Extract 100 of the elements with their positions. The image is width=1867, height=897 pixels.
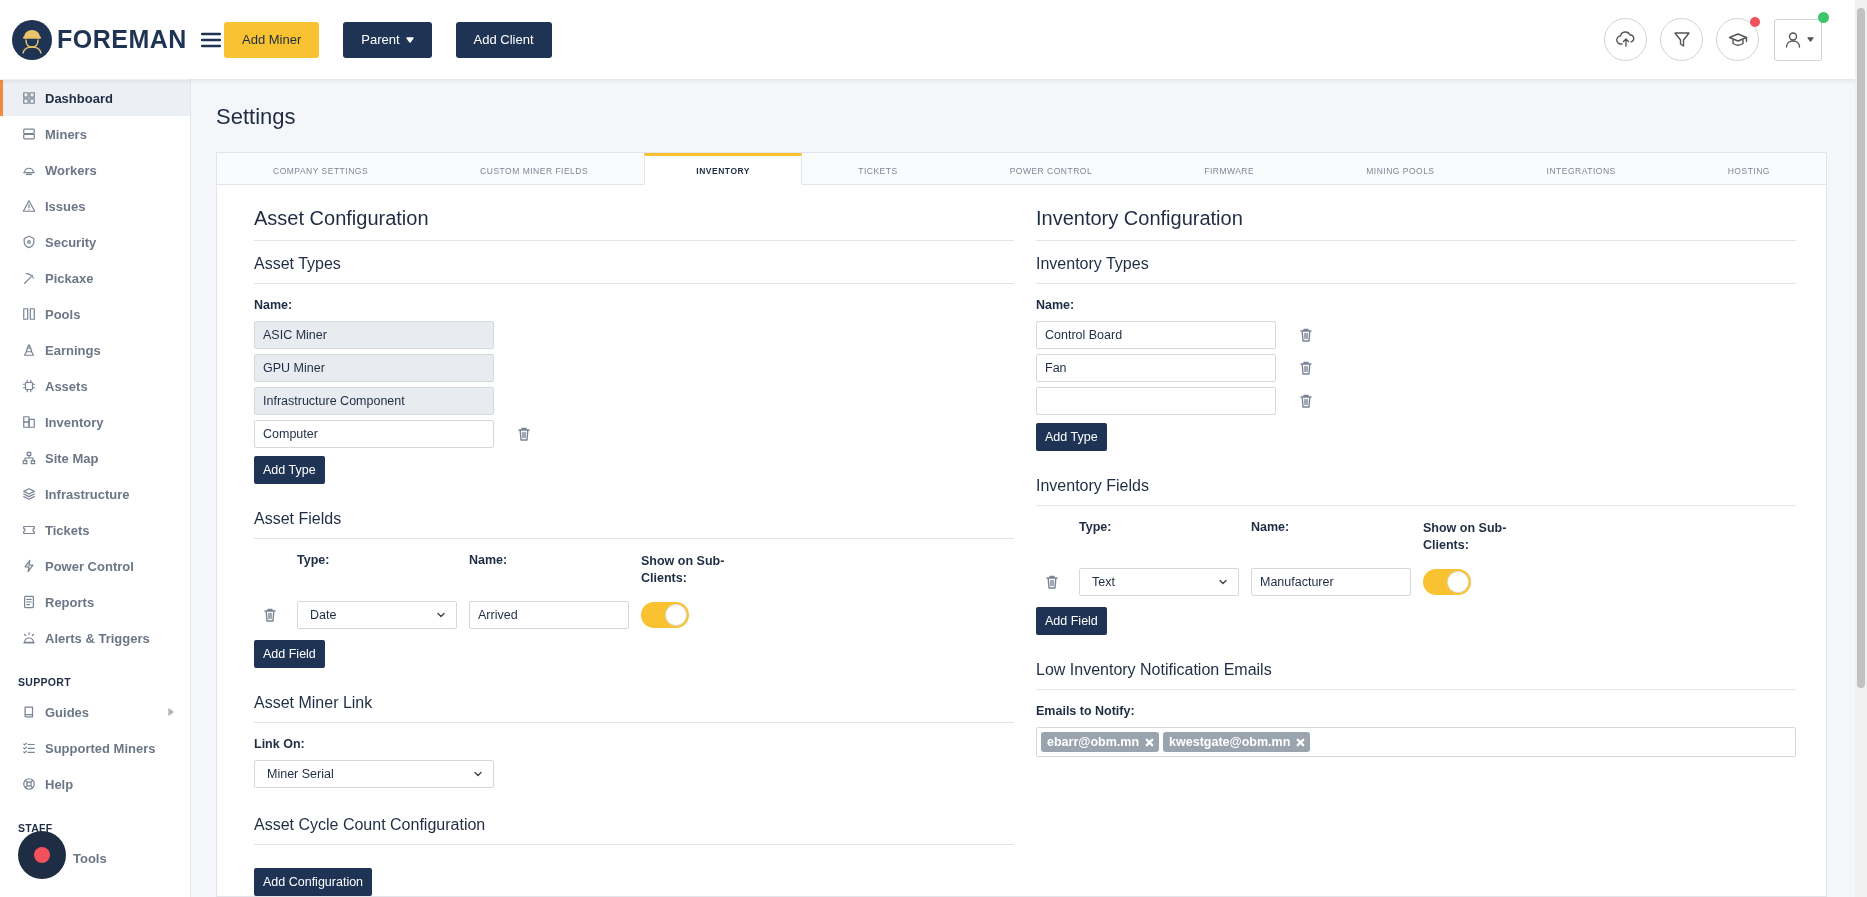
chevron-down-icon (1218, 577, 1228, 587)
column-label: Type: (1079, 520, 1113, 534)
name-field: ASIC Miner (254, 321, 494, 349)
sidebar-item[interactable]: Earnings (0, 332, 190, 368)
column-label: Show on Sub-Clients: (1423, 520, 1508, 554)
remove-icon[interactable] (1296, 737, 1306, 747)
sidebar-item[interactable]: Infrastructure (0, 476, 190, 512)
sidebar-item[interactable]: Site Map (0, 440, 190, 476)
chevron-down-icon (473, 769, 483, 779)
sidebar-item[interactable]: Issues (0, 188, 190, 224)
add-field-button[interactable]: Add Field (1036, 607, 1107, 635)
trash-icon[interactable] (1298, 393, 1314, 409)
alarm-bell-icon (22, 631, 36, 645)
tab[interactable]: INTEGRATIONS (1490, 153, 1672, 185)
sidebar-item[interactable]: Guides (0, 694, 190, 730)
shield-icon (22, 235, 36, 249)
sidebar-item[interactable]: Reports (0, 584, 190, 620)
tab[interactable]: TICKETS (802, 153, 954, 185)
upload-button[interactable] (1604, 18, 1647, 61)
name-field[interactable]: Arrived (469, 601, 629, 629)
sidebar-item[interactable]: Security (0, 224, 190, 260)
trash-icon[interactable] (1044, 574, 1060, 590)
column-label: Name: (469, 553, 509, 567)
tab[interactable]: HOSTING (1671, 153, 1826, 185)
section-title: Inventory Fields (1036, 477, 1796, 506)
add-configuration-button[interactable]: Add Configuration (254, 868, 373, 896)
type-select[interactable]: Text (1079, 568, 1239, 596)
dropdown-button[interactable]: Parent (343, 21, 432, 58)
section-title: Inventory Configuration (1036, 207, 1796, 241)
tab[interactable]: FIRMWARE (1148, 153, 1311, 185)
sidebar-item[interactable]: Inventory (0, 404, 190, 440)
sidebar-item[interactable]: Power Control (0, 548, 190, 584)
filter-button[interactable] (1660, 18, 1703, 61)
sitemap-icon (22, 451, 36, 465)
section-title: Asset Fields (254, 510, 1014, 539)
grid-icon (22, 91, 36, 105)
add-type-button[interactable]: Add Type (1036, 423, 1107, 451)
toggle-switch[interactable] (641, 602, 689, 628)
type-select[interactable]: Date (297, 601, 457, 629)
field-label: Name: (1036, 298, 1075, 312)
name-field[interactable]: Fan (1036, 354, 1276, 382)
trash-icon[interactable] (262, 607, 278, 623)
server-icon (22, 127, 36, 141)
page-title: Settings (216, 104, 297, 130)
name-field[interactable]: Computer (254, 420, 494, 448)
section-title: Asset Miner Link (254, 694, 1014, 723)
sidebar-item[interactable]: Tools (0, 840, 190, 876)
add-field-button[interactable]: Add Field (254, 640, 325, 668)
sidebar-item[interactable]: Alerts & Triggers (0, 620, 190, 656)
book-icon (22, 705, 36, 719)
tab[interactable]: INVENTORY (644, 153, 803, 185)
learning-button[interactable] (1716, 18, 1759, 61)
tab[interactable]: CUSTOM MINER FIELDS (424, 153, 645, 185)
chevron-down-icon (436, 610, 446, 620)
sidebar-item[interactable]: Tickets (0, 512, 190, 548)
sidebar-item[interactable]: Pools (0, 296, 190, 332)
header-button[interactable]: Add Miner (224, 21, 320, 58)
email-tag: ebarr@obm.mn (1041, 732, 1160, 752)
tab[interactable]: POWER CONTROL (953, 153, 1149, 185)
columns-icon (22, 307, 36, 321)
name-field: Infrastructure Component (254, 387, 494, 415)
column-label: Name: (1251, 520, 1291, 534)
column-label: Show on Sub-Clients: (641, 553, 726, 587)
tab[interactable]: COMPANY SETTINGS (217, 153, 425, 185)
remove-icon[interactable] (1145, 737, 1155, 747)
tab[interactable]: MINING POOLS (1310, 153, 1491, 185)
checklist-icon (22, 741, 36, 755)
menu-icon (200, 31, 221, 48)
name-field[interactable]: Control Board (1036, 321, 1276, 349)
sidebar-item[interactable]: Miners (0, 116, 190, 152)
sidebar-item[interactable]: Workers (0, 152, 190, 188)
column-label: Type: (297, 553, 331, 567)
section-title: Asset Types (254, 255, 1014, 284)
ticket-icon (22, 523, 36, 537)
lifebuoy-icon (22, 777, 36, 791)
section-heading: SUPPORT (17, 675, 72, 690)
pickaxe-icon (22, 271, 36, 285)
scrollbar[interactable] (1855, 0, 1867, 897)
sidebar-item[interactable]: Supported Miners (0, 730, 190, 766)
emails-field[interactable]: ebarr@obm.mn kwestgate@obm.mn (1036, 727, 1796, 757)
sidebar-item[interactable]: Assets (0, 368, 190, 404)
chip-icon (22, 379, 36, 393)
sidebar-item[interactable]: Help (0, 766, 190, 802)
link-select[interactable]: Miner Serial (254, 760, 494, 788)
name-field[interactable] (1036, 387, 1276, 415)
sidebar-item[interactable]: Pickaxe (0, 260, 190, 296)
trash-icon[interactable] (1298, 327, 1314, 343)
sidebar-item[interactable]: Dashboard (0, 80, 190, 116)
trash-icon[interactable] (516, 426, 532, 442)
caret-icon (1806, 37, 1814, 42)
email-tag: kwestgate@obm.mn (1163, 732, 1311, 752)
header-button[interactable]: Add Client (455, 21, 552, 58)
add-type-button[interactable]: Add Type (254, 456, 325, 484)
trash-icon[interactable] (1298, 360, 1314, 376)
layers-icon (22, 487, 36, 501)
toggle-switch[interactable] (1423, 569, 1471, 595)
field-label: Emails to Notify: (1036, 704, 1135, 718)
report-icon (22, 595, 36, 609)
account-button[interactable] (1774, 18, 1822, 61)
name-field[interactable]: Manufacturer (1251, 568, 1411, 596)
